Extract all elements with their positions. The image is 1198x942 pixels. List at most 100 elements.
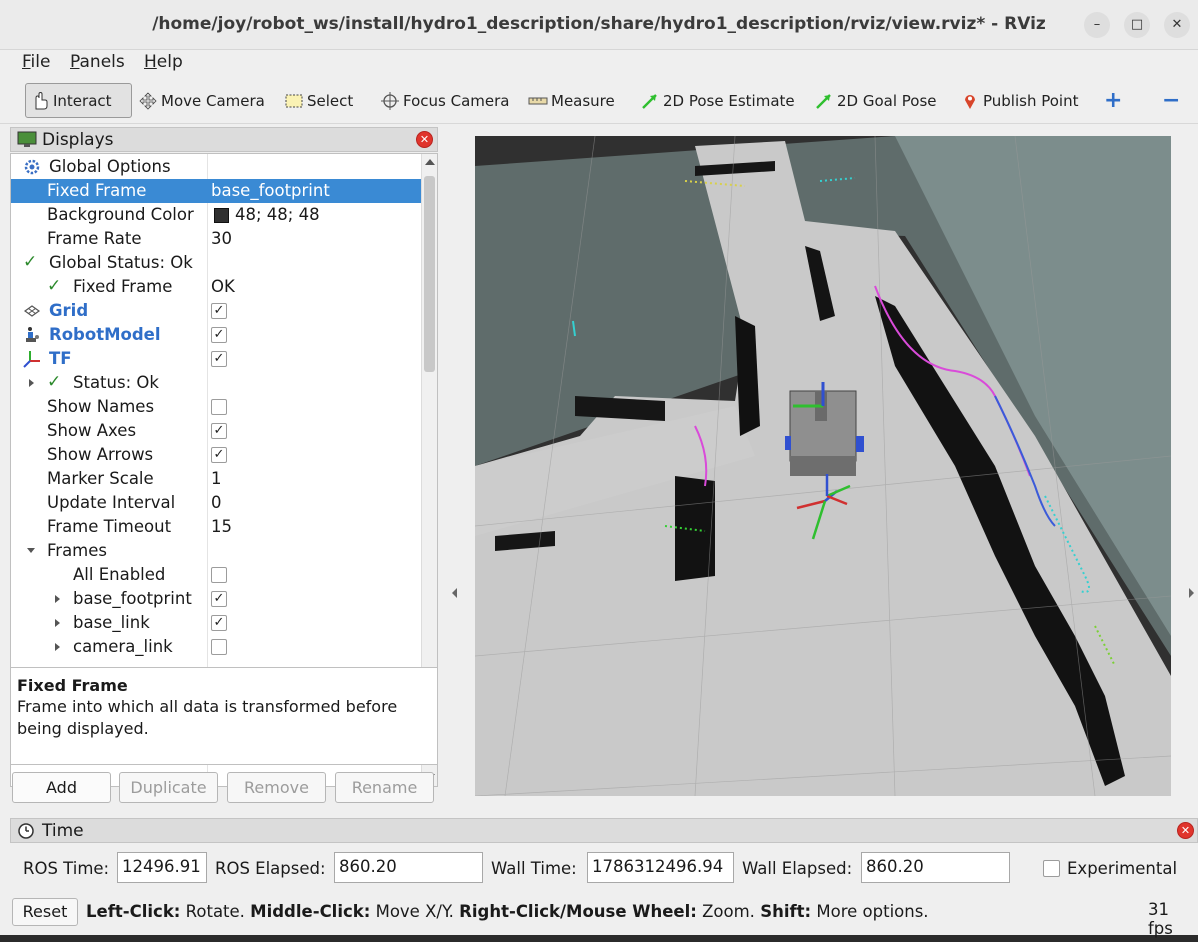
collapse-arrow-icon[interactable] — [27, 548, 35, 553]
tf-status-label: Status: Ok — [73, 373, 159, 392]
add-display-button[interactable]: Add — [12, 772, 111, 803]
ros-time-field[interactable]: 12496.91 — [117, 852, 207, 883]
tree-row-all-enabled[interactable]: All Enabled — [11, 563, 421, 587]
show-names-label: Show Names — [47, 397, 155, 416]
grid-checkbox[interactable]: ✓ — [211, 303, 227, 319]
2d-pose-estimate-label: 2D Pose Estimate — [663, 91, 795, 110]
tree-row-show-axes[interactable]: Show Axes ✓ — [11, 419, 421, 443]
hint-shift-text: More options. — [811, 902, 929, 921]
fps-readout: 31 fps — [1148, 900, 1173, 938]
move-camera-tool-button[interactable]: Move Camera — [134, 83, 269, 118]
close-window-button[interactable]: ✕ — [1164, 12, 1190, 38]
rviz-window: /home/joy/robot_ws/install/hydro1_descri… — [0, 0, 1198, 938]
select-tool-button[interactable]: Select — [280, 83, 357, 118]
measure-tool-button[interactable]: Measure — [524, 83, 619, 118]
minimize-button[interactable]: – — [1084, 12, 1110, 38]
frame-timeout-value[interactable]: 15 — [211, 517, 232, 536]
show-arrows-checkbox[interactable]: ✓ — [211, 447, 227, 463]
add-tool-button[interactable]: + — [1100, 83, 1126, 118]
expand-arrow-icon[interactable] — [29, 379, 34, 387]
wall-time-field[interactable]: 1786312496.94 — [587, 852, 734, 883]
expand-arrow-icon[interactable] — [55, 619, 60, 627]
tree-row-frames[interactable]: Frames — [11, 539, 421, 563]
ros-elapsed-field[interactable]: 860.20 — [334, 852, 483, 883]
collapse-left-icon[interactable] — [452, 588, 457, 598]
tree-row-fixed-frame[interactable]: Fixed Frame base_footprint — [11, 179, 421, 203]
background-color-label: Background Color — [47, 205, 194, 224]
tree-row-grid[interactable]: Grid ✓ — [11, 299, 421, 323]
robot-icon — [23, 326, 41, 348]
interact-tool-button[interactable]: Interact — [25, 83, 132, 118]
collapse-right-icon[interactable] — [1189, 588, 1194, 598]
maximize-button[interactable]: □ — [1124, 12, 1150, 38]
ros-elapsed-label: ROS Elapsed: — [215, 859, 326, 878]
global-status-label: Global Status: Ok — [49, 253, 193, 272]
publish-point-tool-button[interactable]: Publish Point — [956, 83, 1082, 118]
tree-row-background-color[interactable]: Background Color 48; 48; 48 — [11, 203, 421, 227]
menu-help[interactable]: Help — [144, 52, 183, 72]
color-swatch[interactable] — [214, 208, 229, 223]
all-enabled-checkbox[interactable] — [211, 567, 227, 583]
fixed-frame-value[interactable]: base_footprint — [211, 181, 330, 200]
displays-title: Displays — [42, 130, 114, 150]
scroll-up-icon[interactable] — [425, 159, 435, 165]
hint-left-key: Left-Click: — [86, 902, 181, 921]
checkmark-icon: ✓ — [47, 276, 62, 296]
base-link-label: base_link — [73, 613, 150, 632]
tree-row-show-names[interactable]: Show Names — [11, 395, 421, 419]
grid-icon — [23, 303, 41, 323]
remove-tool-button[interactable]: − — [1158, 83, 1184, 118]
expand-arrow-icon[interactable] — [55, 643, 60, 651]
robotmodel-checkbox[interactable]: ✓ — [211, 327, 227, 343]
show-names-checkbox[interactable] — [211, 399, 227, 415]
tree-row-status-fixed-frame[interactable]: ✓ Fixed Frame OK — [11, 275, 421, 299]
duplicate-button[interactable]: Duplicate — [119, 772, 218, 803]
tree-row-frame-timeout[interactable]: Frame Timeout 15 — [11, 515, 421, 539]
base-link-checkbox[interactable]: ✓ — [211, 615, 227, 631]
wall-elapsed-field[interactable]: 860.20 — [861, 852, 1010, 883]
tree-row-tf-status[interactable]: ✓ Status: Ok — [11, 371, 421, 395]
description-body: Frame into which all data is transformed… — [17, 697, 398, 738]
status-fixed-frame-value: OK — [211, 277, 235, 296]
time-title: Time — [42, 821, 84, 841]
tree-row-update-interval[interactable]: Update Interval 0 — [11, 491, 421, 515]
tf-checkbox[interactable]: ✓ — [211, 351, 227, 367]
remove-button[interactable]: Remove — [227, 772, 326, 803]
update-interval-label: Update Interval — [47, 493, 176, 512]
menu-file[interactable]: File — [22, 52, 50, 72]
background-color-value[interactable]: 48; 48; 48 — [235, 205, 320, 224]
show-axes-checkbox[interactable]: ✓ — [211, 423, 227, 439]
window-title: /home/joy/robot_ws/install/hydro1_descri… — [152, 14, 1046, 34]
crosshair-icon — [380, 91, 400, 110]
3d-viewport[interactable] — [475, 136, 1171, 796]
camera-link-checkbox[interactable] — [211, 639, 227, 655]
2d-pose-estimate-tool-button[interactable]: 2D Pose Estimate — [636, 83, 799, 118]
ruler-icon — [528, 92, 548, 110]
expand-arrow-icon[interactable] — [55, 595, 60, 603]
close-displays-button[interactable]: ✕ — [416, 131, 433, 148]
reset-button[interactable]: Reset — [12, 898, 78, 926]
experimental-checkbox[interactable] — [1043, 860, 1060, 877]
tree-row-global-options[interactable]: Global Options — [11, 155, 421, 179]
tree-row-global-status[interactable]: ✓ Global Status: Ok — [11, 251, 421, 275]
tree-row-base-footprint[interactable]: base_footprint ✓ — [11, 587, 421, 611]
2d-goal-pose-tool-button[interactable]: 2D Goal Pose — [810, 83, 941, 118]
menu-panels[interactable]: Panels — [70, 52, 125, 72]
rename-button[interactable]: Rename — [335, 772, 434, 803]
hint-right-text: Zoom. — [696, 902, 761, 921]
tree-row-show-arrows[interactable]: Show Arrows ✓ — [11, 443, 421, 467]
scrollbar-thumb[interactable] — [424, 176, 435, 372]
frame-rate-value[interactable]: 30 — [211, 229, 232, 248]
tree-row-base-link[interactable]: base_link ✓ — [11, 611, 421, 635]
base-footprint-checkbox[interactable]: ✓ — [211, 591, 227, 607]
close-time-button[interactable]: ✕ — [1177, 822, 1194, 839]
hint-middle-key: Middle-Click: — [250, 902, 371, 921]
update-interval-value[interactable]: 0 — [211, 493, 222, 512]
tree-row-camera-link[interactable]: camera_link — [11, 635, 421, 659]
tree-row-robotmodel[interactable]: RobotModel ✓ — [11, 323, 421, 347]
tree-row-tf[interactable]: TF ✓ — [11, 347, 421, 371]
focus-camera-tool-button[interactable]: Focus Camera — [376, 83, 513, 118]
tree-row-marker-scale[interactable]: Marker Scale 1 — [11, 467, 421, 491]
tree-row-frame-rate[interactable]: Frame Rate 30 — [11, 227, 421, 251]
marker-scale-value[interactable]: 1 — [211, 469, 222, 488]
